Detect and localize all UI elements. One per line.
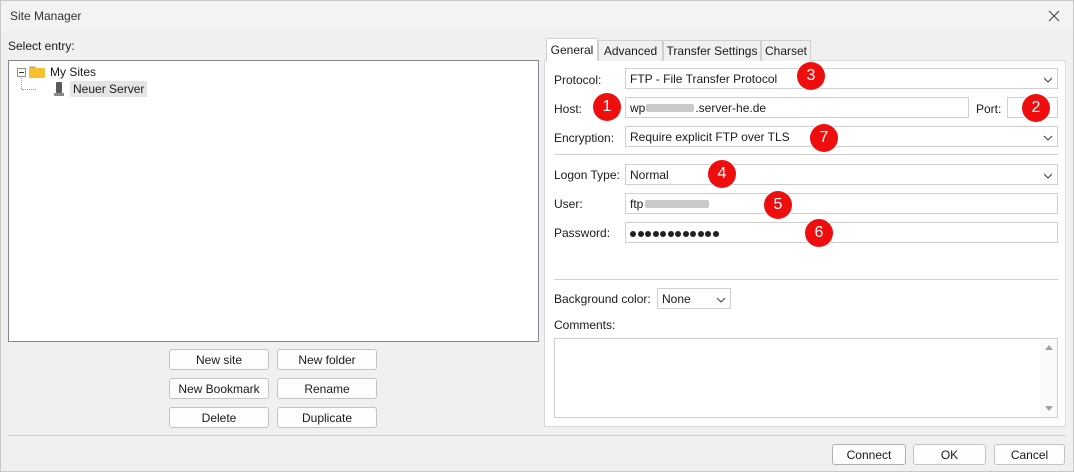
site-tree[interactable]: My Sites bbox=[8, 60, 539, 342]
tree-connector bbox=[21, 78, 22, 89]
new-bookmark-button[interactable]: New Bookmark bbox=[169, 378, 269, 399]
annotation-marker-6: 6 bbox=[805, 219, 833, 247]
server-icon bbox=[54, 82, 64, 96]
annotation-marker-3: 3 bbox=[797, 62, 825, 90]
password-dot bbox=[652, 230, 659, 237]
annotation-marker-5: 5 bbox=[764, 191, 792, 219]
collapse-icon[interactable] bbox=[17, 67, 26, 77]
user-input[interactable]: ftp bbox=[625, 193, 1058, 214]
ok-button[interactable]: OK bbox=[913, 444, 986, 465]
logon-type-select[interactable]: Normal bbox=[625, 164, 1058, 185]
annotation-marker-4: 4 bbox=[708, 160, 736, 188]
host-input[interactable]: wp .server-he.de bbox=[625, 97, 969, 118]
chevron-down-icon bbox=[1043, 132, 1053, 142]
host-value-suffix: .server-he.de bbox=[695, 100, 767, 115]
password-dot bbox=[690, 230, 696, 237]
scroll-down-icon[interactable] bbox=[1045, 406, 1053, 411]
annotation-marker-2: 2 bbox=[1022, 94, 1050, 122]
scroll-up-icon[interactable] bbox=[1045, 345, 1053, 350]
password-label: Password: bbox=[554, 226, 611, 240]
encryption-select[interactable]: Require explicit FTP over TLS bbox=[625, 126, 1058, 147]
tab-general[interactable]: General bbox=[546, 38, 598, 61]
new-site-button[interactable]: New site bbox=[169, 349, 269, 370]
tree-item-my-sites[interactable]: My Sites bbox=[17, 64, 96, 80]
tree-connector bbox=[22, 89, 36, 90]
background-color-select[interactable]: None bbox=[657, 288, 731, 309]
password-dot bbox=[697, 230, 704, 237]
background-color-label: Background color: bbox=[554, 292, 651, 306]
comments-textarea[interactable] bbox=[554, 338, 1058, 418]
connect-button[interactable]: Connect bbox=[832, 444, 906, 465]
tree-item-label: Neuer Server bbox=[70, 81, 148, 97]
title-bar: Site Manager bbox=[1, 1, 1073, 31]
protocol-label: Protocol: bbox=[554, 73, 602, 87]
logon-type-label: Logon Type: bbox=[554, 168, 620, 182]
host-value-prefix: wp bbox=[630, 100, 646, 115]
password-dot bbox=[667, 230, 674, 237]
folder-icon bbox=[29, 66, 45, 78]
tab-advanced[interactable]: Advanced bbox=[598, 40, 663, 61]
new-folder-button[interactable]: New folder bbox=[277, 349, 377, 370]
protocol-value: FTP - File Transfer Protocol bbox=[630, 71, 778, 86]
protocol-select[interactable]: FTP - File Transfer Protocol bbox=[625, 68, 1058, 89]
window-title: Site Manager bbox=[10, 9, 82, 23]
delete-button[interactable]: Delete bbox=[169, 407, 269, 428]
user-label: User: bbox=[554, 197, 583, 211]
duplicate-button[interactable]: Duplicate bbox=[277, 407, 377, 428]
section-divider bbox=[554, 279, 1058, 280]
password-dot bbox=[637, 230, 644, 237]
user-value-prefix: ftp bbox=[630, 196, 644, 211]
comments-label: Comments: bbox=[554, 318, 616, 332]
site-manager-window: Site Manager Select entry: My Sites Neue… bbox=[0, 0, 1074, 472]
password-dot bbox=[682, 230, 689, 237]
password-dot bbox=[705, 230, 711, 237]
chevron-down-icon bbox=[1043, 170, 1053, 180]
rename-button[interactable]: Rename bbox=[277, 378, 377, 399]
tab-transfer-settings[interactable]: Transfer Settings bbox=[663, 40, 761, 61]
close-icon bbox=[1048, 10, 1060, 22]
annotation-marker-7: 7 bbox=[810, 124, 838, 152]
chevron-down-icon bbox=[1043, 74, 1053, 84]
logon-type-value: Normal bbox=[630, 167, 669, 182]
password-dot bbox=[660, 230, 666, 237]
annotation-marker-1: 1 bbox=[593, 93, 621, 121]
password-dot bbox=[675, 230, 681, 237]
password-dot bbox=[630, 230, 636, 237]
redacted-user bbox=[645, 199, 710, 208]
close-button[interactable] bbox=[1039, 3, 1069, 29]
cancel-button[interactable]: Cancel bbox=[994, 444, 1065, 465]
redacted-host bbox=[646, 103, 695, 112]
password-input[interactable] bbox=[625, 222, 1058, 243]
encryption-label: Encryption: bbox=[554, 131, 615, 145]
tree-item-neuer-server[interactable]: Neuer Server bbox=[54, 81, 148, 97]
footer-divider bbox=[8, 435, 1066, 436]
port-label: Port: bbox=[976, 102, 1002, 116]
background-color-value: None bbox=[662, 291, 691, 306]
tab-charset[interactable]: Charset bbox=[761, 40, 811, 61]
host-label: Host: bbox=[554, 102, 583, 116]
password-dot bbox=[645, 230, 651, 237]
select-entry-label: Select entry: bbox=[8, 39, 75, 53]
password-mask bbox=[630, 226, 720, 240]
chevron-down-icon bbox=[716, 294, 726, 304]
password-dot bbox=[712, 230, 719, 237]
section-divider bbox=[554, 154, 1058, 155]
comments-scrollbar[interactable] bbox=[1040, 339, 1057, 417]
encryption-value: Require explicit FTP over TLS bbox=[630, 129, 790, 144]
tree-item-label: My Sites bbox=[50, 65, 97, 79]
